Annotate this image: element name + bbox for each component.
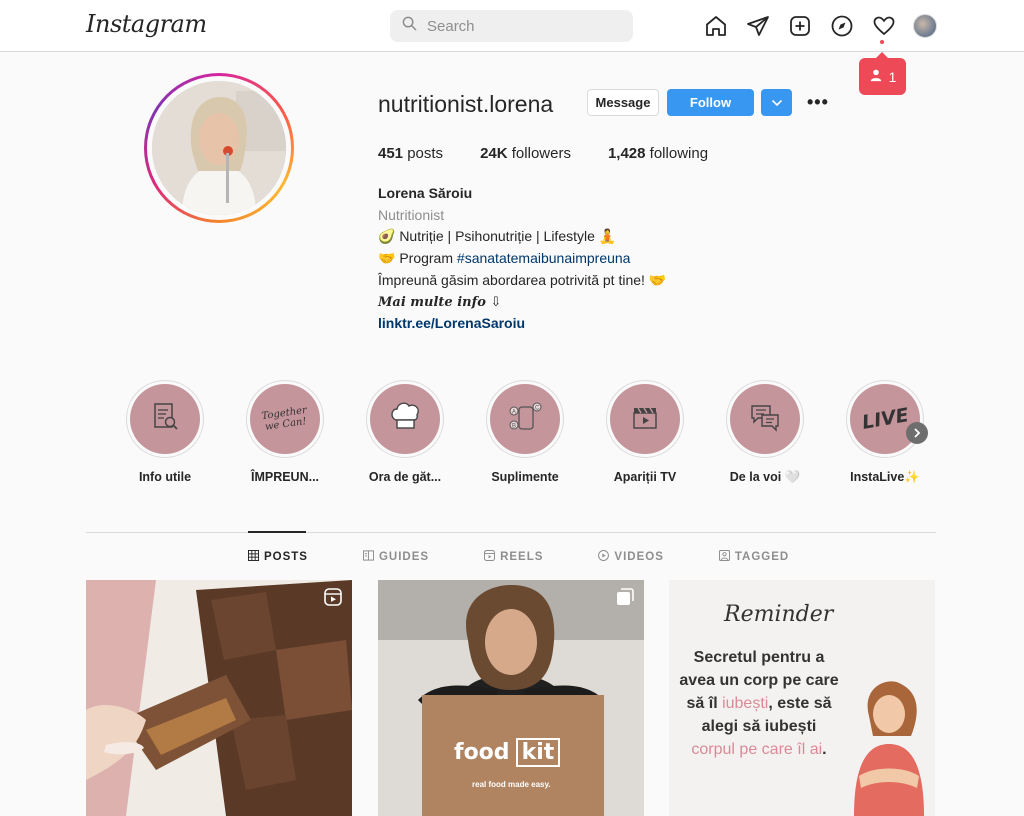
reels-icon (484, 549, 496, 564)
new-post-icon[interactable] (787, 13, 812, 38)
reminder-title: Reminder (724, 602, 834, 627)
live-text-icon: LIVE (860, 404, 910, 434)
notification-popup[interactable]: 1 (859, 52, 906, 95)
guides-icon (362, 550, 375, 564)
highlight-label: Suplimente (491, 470, 559, 484)
tab-posts[interactable]: POSTS (247, 549, 308, 564)
svg-text:A: A (512, 409, 516, 415)
highlight-label: De la voi 🤍 (729, 470, 801, 484)
bio-line: Împreună găsim abordarea potrivită pt ti… (378, 271, 667, 288)
search-input[interactable] (427, 17, 617, 35)
chat-bubbles-icon (746, 398, 784, 441)
highlight-item[interactable]: De la voi 🤍 (725, 380, 805, 485)
post-thumbnail[interactable] (86, 580, 352, 816)
post-thumbnail[interactable]: Reminder Secretul pentru a avea un corp … (669, 580, 935, 816)
tabs-divider (86, 532, 936, 533)
bio-line: 🤝 Program #sanatatemaibunaimpreuna (378, 250, 631, 267)
top-navigation-bar: Instagram (0, 0, 1024, 52)
highlight-item[interactable]: Together we Can! ÎMPREUN... (245, 380, 325, 484)
profile-avatar[interactable] (913, 13, 937, 38)
explore-compass-icon[interactable] (829, 13, 854, 38)
chevron-down-icon (771, 95, 783, 110)
profile-picture (152, 81, 286, 215)
highlight-item[interactable]: Apariții TV (605, 380, 685, 484)
notification-count: 1 (888, 68, 897, 85)
bio-hashtag-link[interactable]: #sanatatemaibunaimpreuna (457, 250, 631, 266)
activity-heart-icon[interactable] (871, 13, 896, 38)
following-stat[interactable]: 1,428 following (608, 145, 708, 162)
nav-icons (703, 13, 937, 38)
together-we-can-text-icon: Together we Can! (260, 404, 308, 433)
highlight-item[interactable]: Info utile (125, 380, 205, 484)
tab-videos[interactable]: VIDEOS (598, 550, 663, 564)
profile-username: nutritionist.lorena (378, 91, 554, 117)
instagram-logo[interactable]: Instagram (86, 10, 207, 38)
chevron-right-icon (913, 425, 921, 441)
more-options-icon[interactable]: ••• (807, 92, 829, 113)
highlight-label: Ora de găt... (368, 470, 442, 484)
supplements-jar-icon: A C B (505, 397, 545, 442)
foodkit-tagline: real food made easy. (472, 780, 551, 789)
highlight-label: Apariții TV (613, 470, 677, 484)
bio-category: Nutritionist (378, 206, 445, 223)
foodkit-logo: food kit (454, 738, 561, 767)
highlight-label: InstaLive✨ (850, 470, 920, 484)
profile-stats: 451 posts 24K followers 1,428 following (378, 145, 708, 162)
highlights-next-button[interactable] (906, 422, 928, 444)
message-button[interactable]: Message (587, 89, 659, 116)
carousel-icon (616, 588, 634, 611)
highlight-label: Info utile (138, 470, 192, 484)
direct-messages-icon[interactable] (745, 13, 770, 38)
search-icon (402, 16, 417, 36)
follow-button[interactable]: Follow (667, 89, 754, 116)
profile-tabs: POSTS GUIDES REELS VIDEOS TAGGED (247, 549, 789, 564)
active-tab-indicator (248, 531, 306, 533)
svg-text:C: C (535, 405, 540, 411)
reels-icon (324, 588, 342, 611)
reminder-text: Secretul pentru a avea un corp pe care s… (679, 649, 839, 758)
profile-bio: Lorena Săroiu Nutritionist 🥑 Nutriție | … (378, 183, 738, 335)
highlight-label: ÎMPREUN... (250, 470, 320, 484)
suggested-accounts-dropdown-button[interactable] (761, 89, 792, 116)
bio-external-link[interactable]: linktr.ee/LorenaSaroiu (378, 313, 738, 335)
tab-reels[interactable]: REELS (484, 549, 543, 564)
video-icon (598, 550, 610, 564)
search-box[interactable] (390, 10, 633, 42)
story-highlights: Info utile Together we Can! ÎMPREUN... O… (125, 380, 940, 490)
svg-text:B: B (512, 423, 516, 429)
self-hug-illustration (854, 681, 924, 816)
tab-guides[interactable]: GUIDES (362, 550, 429, 564)
tab-tagged[interactable]: TAGGED (718, 549, 789, 564)
bio-line: 🥑 Nutriție | Psihonutriție | Lifestyle 🧘 (378, 228, 617, 245)
home-icon[interactable] (703, 13, 728, 38)
highlight-item[interactable]: Ora de găt... (365, 380, 445, 484)
notification-dot (880, 40, 884, 44)
follower-icon (869, 68, 883, 85)
posts-stat: 451 posts (378, 145, 444, 162)
chef-hat-icon (386, 398, 424, 441)
grid-icon (247, 549, 260, 564)
document-search-icon (147, 399, 183, 440)
bio-line: 𝑴𝒂𝒊 𝒎𝒖𝒍𝒕𝒆 𝒊𝒏𝒇𝒐 ⇩ (378, 294, 502, 310)
bio-full-name: Lorena Săroiu (378, 185, 473, 201)
highlight-item[interactable]: A C B Suplimente (485, 380, 565, 484)
followers-stat[interactable]: 24K followers (480, 145, 571, 162)
post-thumbnail[interactable]: food kit real food made easy. (378, 580, 644, 816)
tagged-icon (718, 549, 730, 564)
clapperboard-icon (627, 399, 663, 440)
brownie-photo (86, 580, 352, 816)
profile-picture-story-ring[interactable] (144, 73, 294, 223)
